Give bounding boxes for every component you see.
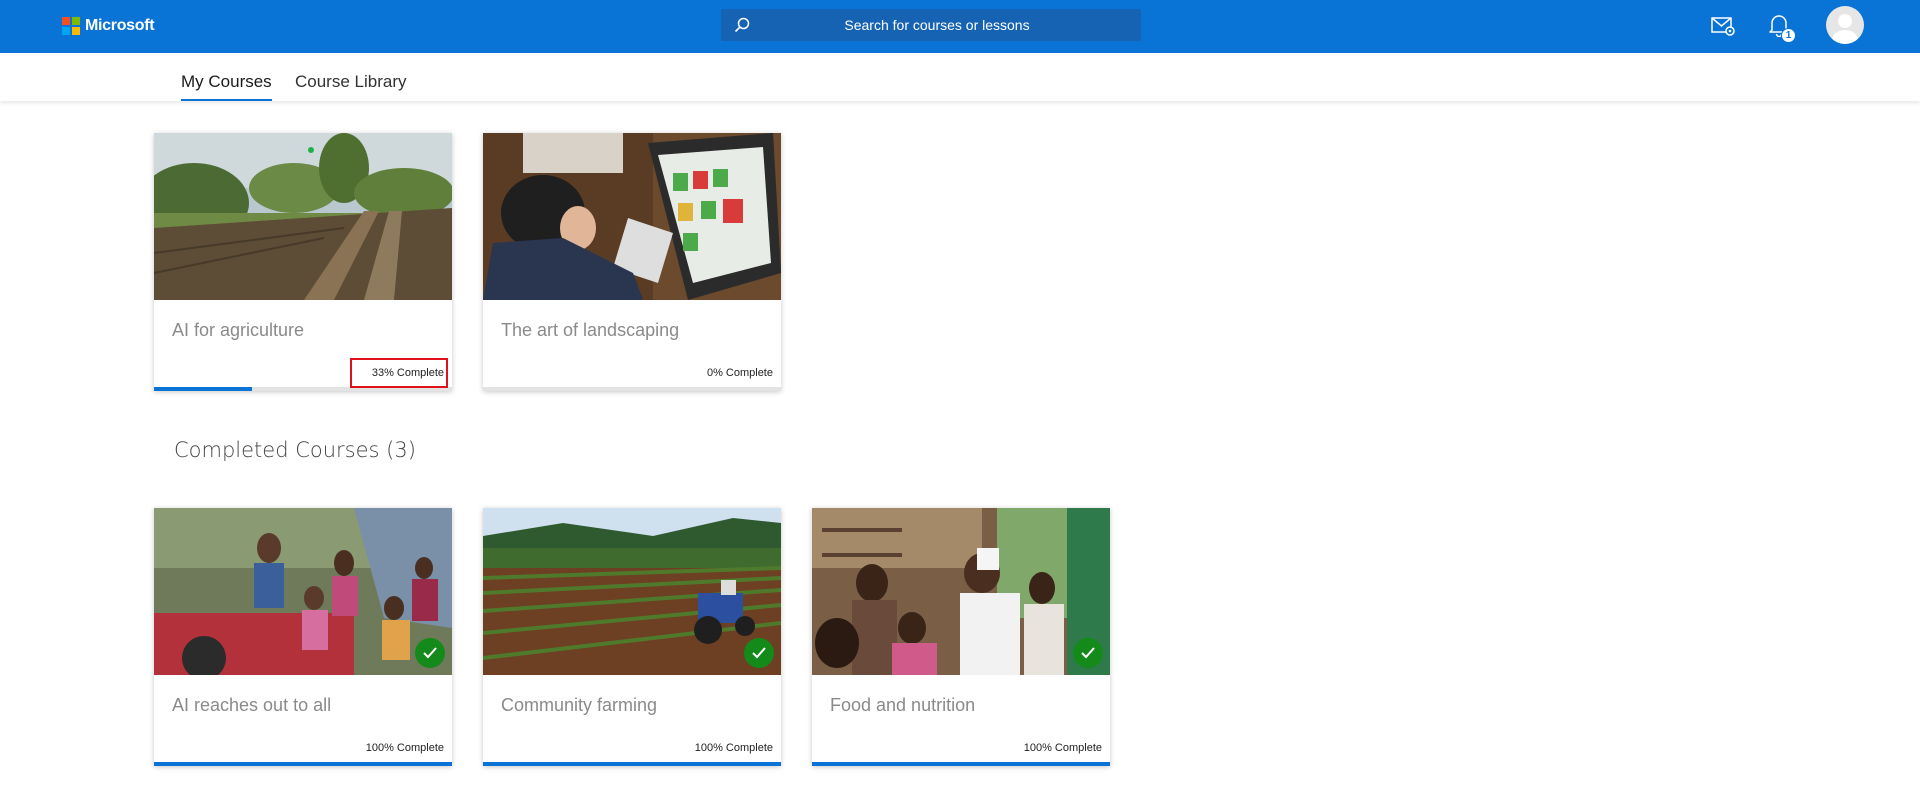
course-card[interactable]: The art of landscaping 0% Complete xyxy=(483,133,781,391)
completed-courses-heading: Completed Courses (3) xyxy=(174,438,416,462)
course-progress-label: 0% Complete xyxy=(706,367,773,379)
progress-bar xyxy=(483,762,781,766)
course-card[interactable]: Food and nutrition 100% Complete xyxy=(812,508,1110,766)
crop-rows-tractor-photo xyxy=(483,508,781,675)
progress-fill xyxy=(154,762,452,766)
progress-fill xyxy=(483,762,781,766)
microsoft-logo[interactable]: Microsoft xyxy=(62,16,155,36)
tab-bar: My Courses Course Library xyxy=(0,53,1920,101)
user-silhouette-icon xyxy=(1832,14,1858,44)
progress-bar xyxy=(154,762,452,766)
course-card[interactable]: Community farming 100% Complete xyxy=(483,508,781,766)
progress-fill xyxy=(154,387,253,391)
progress-highlight-box xyxy=(350,358,448,388)
course-card[interactable]: AI reaches out to all 100% Complete xyxy=(154,508,452,766)
course-title: Community farming xyxy=(501,695,658,715)
search-icon xyxy=(734,17,750,33)
progress-bar xyxy=(812,762,1110,766)
course-title: The art of landscaping xyxy=(501,320,680,340)
top-bar: Microsoft Search for courses or lessons … xyxy=(0,0,1920,53)
family-gathering-photo xyxy=(812,508,1110,675)
tab-my-courses[interactable]: My Courses xyxy=(181,72,272,101)
completed-check-icon xyxy=(1073,638,1103,668)
course-title: AI reaches out to all xyxy=(172,695,332,715)
search-placeholder: Search for courses or lessons xyxy=(844,17,1030,33)
course-progress-label: 100% Complete xyxy=(694,742,773,754)
notification-count-badge: 1 xyxy=(1781,28,1796,43)
completed-check-icon xyxy=(415,638,445,668)
course-title: Food and nutrition xyxy=(830,695,976,715)
course-title: AI for agriculture xyxy=(172,320,305,340)
user-avatar[interactable] xyxy=(1826,6,1864,44)
farm-field-photo xyxy=(154,133,452,300)
children-tractor-photo xyxy=(154,508,452,675)
tab-course-library[interactable]: Course Library xyxy=(295,72,407,92)
microsoft-logo-icon xyxy=(62,17,80,35)
search-input[interactable]: Search for courses or lessons xyxy=(721,9,1141,41)
course-progress-label: 100% Complete xyxy=(365,742,444,754)
progress-fill xyxy=(812,762,1110,766)
course-card[interactable]: AI for agriculture 33% Complete xyxy=(154,133,452,391)
brand-name: Microsoft xyxy=(85,17,155,34)
progress-bar xyxy=(483,387,781,391)
mail-settings-icon[interactable] xyxy=(1711,16,1735,36)
completed-check-icon xyxy=(744,638,774,668)
tablet-design-photo xyxy=(483,133,781,300)
course-progress-label: 100% Complete xyxy=(1023,742,1102,754)
